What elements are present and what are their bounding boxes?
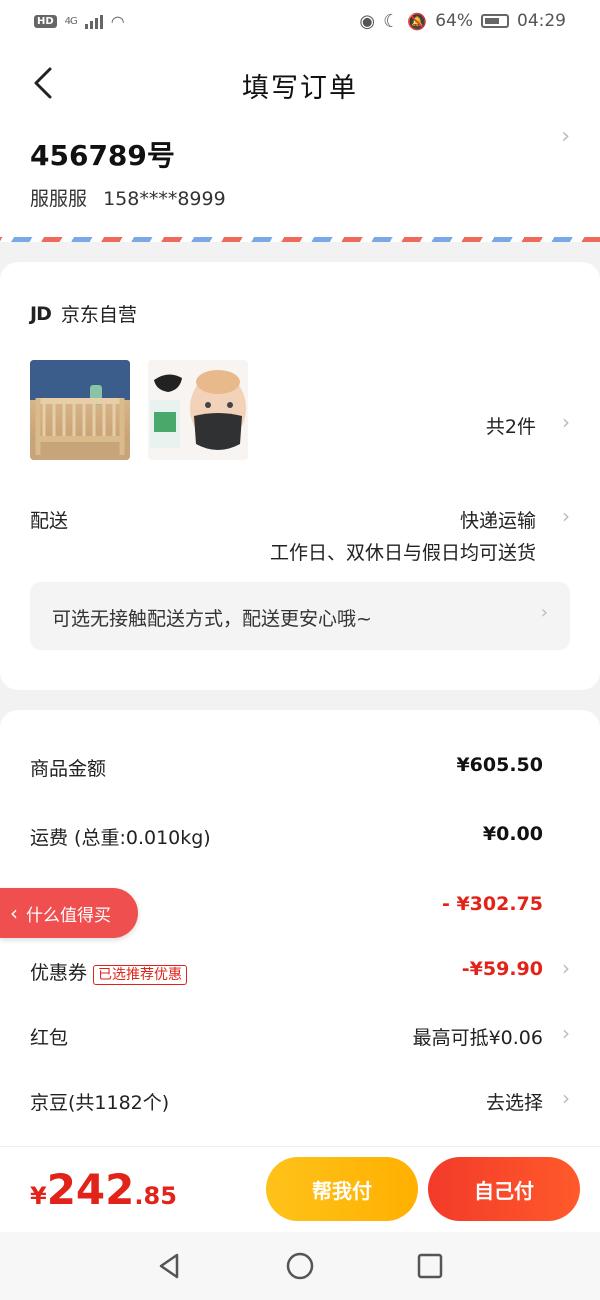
row-redpacket-label: 红包 [30,1027,69,1049]
row-jingdou-label: 京豆(共1182个) [30,1092,170,1114]
chevron-right-icon: › [562,1086,570,1110]
row-shipping-value: ¥0.00 [482,823,543,845]
delivery-label: 配送 [30,510,69,532]
battery-percent: 64% [435,11,473,31]
jd-logo: JD [30,302,52,325]
system-nav-bar [0,1232,600,1300]
status-bar: HD 4G ◠ ◉ ☾ 🔕 64% 04:29 [0,0,600,42]
chevron-right-icon: › [540,602,548,623]
status-left: HD 4G ◠ [34,12,125,31]
chevron-right-icon: › [562,410,570,434]
row-shipping-label: 运费 (总重:0.010kg) [30,827,211,849]
shop-name: JD 京东自营 [30,300,137,327]
total-decimal: .85 [134,1182,177,1210]
self-pay-button[interactable]: 自己付 [428,1157,580,1221]
hd-icon: HD [34,14,57,28]
page-title: 填写订单 [242,73,358,104]
shop-card: JD 京东自营 共2件 › 配送 快递运输 › 工作日、双休日与假日均可送货 可… [0,262,600,690]
delivery-desc: 工作日、双休日与假日均可送货 [269,542,536,564]
contactless-tip[interactable]: 可选无接触配送方式，配送更安心哦~ › [30,582,570,650]
shop-label: 京东自营 [60,304,137,326]
row-discount-value: - ¥302.75 [441,893,543,915]
address-card[interactable]: 456789号 服服服 158****8999 › [0,124,600,242]
airmail-border [0,237,600,242]
item-count[interactable]: 共2件 [486,412,536,439]
nav-back-icon[interactable] [155,1251,185,1281]
checkout-bar: ¥ 242 .85 帮我付 自己付 [0,1146,600,1232]
row-coupon-value[interactable]: -¥59.90 [462,958,543,980]
address-title: 456789号 [30,139,175,172]
currency-symbol: ¥ [30,1182,47,1210]
nav-home-icon[interactable] [285,1251,315,1281]
row-jingdou-value[interactable]: 去选择 [486,1088,543,1115]
total-price: ¥ 242 .85 [30,1165,177,1214]
row-goods-label: 商品金额 [30,758,107,780]
help-pay-button[interactable]: 帮我付 [266,1157,418,1221]
nav-recent-icon[interactable] [415,1251,445,1281]
page-header: 填写订单 [0,42,600,124]
status-right: ◉ ☾ 🔕 64% 04:29 [359,11,566,32]
moon-icon: ☾ [383,10,400,32]
battery-icon [481,14,509,28]
chevron-right-icon: › [562,956,570,980]
chevron-right-icon: › [561,124,570,149]
worth-buying-tag[interactable]: ‹ 什么值得买 [0,888,138,938]
contact-name: 服服服 [30,188,88,210]
worth-buying-label: 什么值得买 [26,905,111,926]
coupon-tag: 已选推荐优惠 [93,965,188,985]
chevron-right-icon: › [562,504,570,528]
row-goods-value: ¥605.50 [456,754,543,776]
product-image-mask[interactable] [148,360,248,460]
coupon-label: 优惠券 [30,962,88,984]
clock: 04:29 [517,11,566,31]
wifi-icon: ◠ [110,11,125,31]
tip-text: 可选无接触配送方式，配送更安心哦~ [52,608,372,630]
signal-icon [84,13,103,29]
row-redpacket-value[interactable]: 最高可抵¥0.06 [413,1023,543,1050]
product-image-crib[interactable] [30,360,130,460]
delivery-method[interactable]: 快递运输 [460,506,536,533]
bell-off-icon: 🔕 [407,11,428,31]
chevron-right-icon: › [562,1021,570,1045]
network-type: 4G [64,15,78,27]
eye-icon: ◉ [359,10,376,32]
address-contact: 服服服 158****8999 [30,184,226,211]
row-coupon-label[interactable]: 优惠券 已选推荐优惠 [30,958,188,985]
total-integer: 242 [46,1165,135,1214]
contact-phone: 158****8999 [103,188,226,210]
chevron-left-icon: ‹ [10,901,18,925]
